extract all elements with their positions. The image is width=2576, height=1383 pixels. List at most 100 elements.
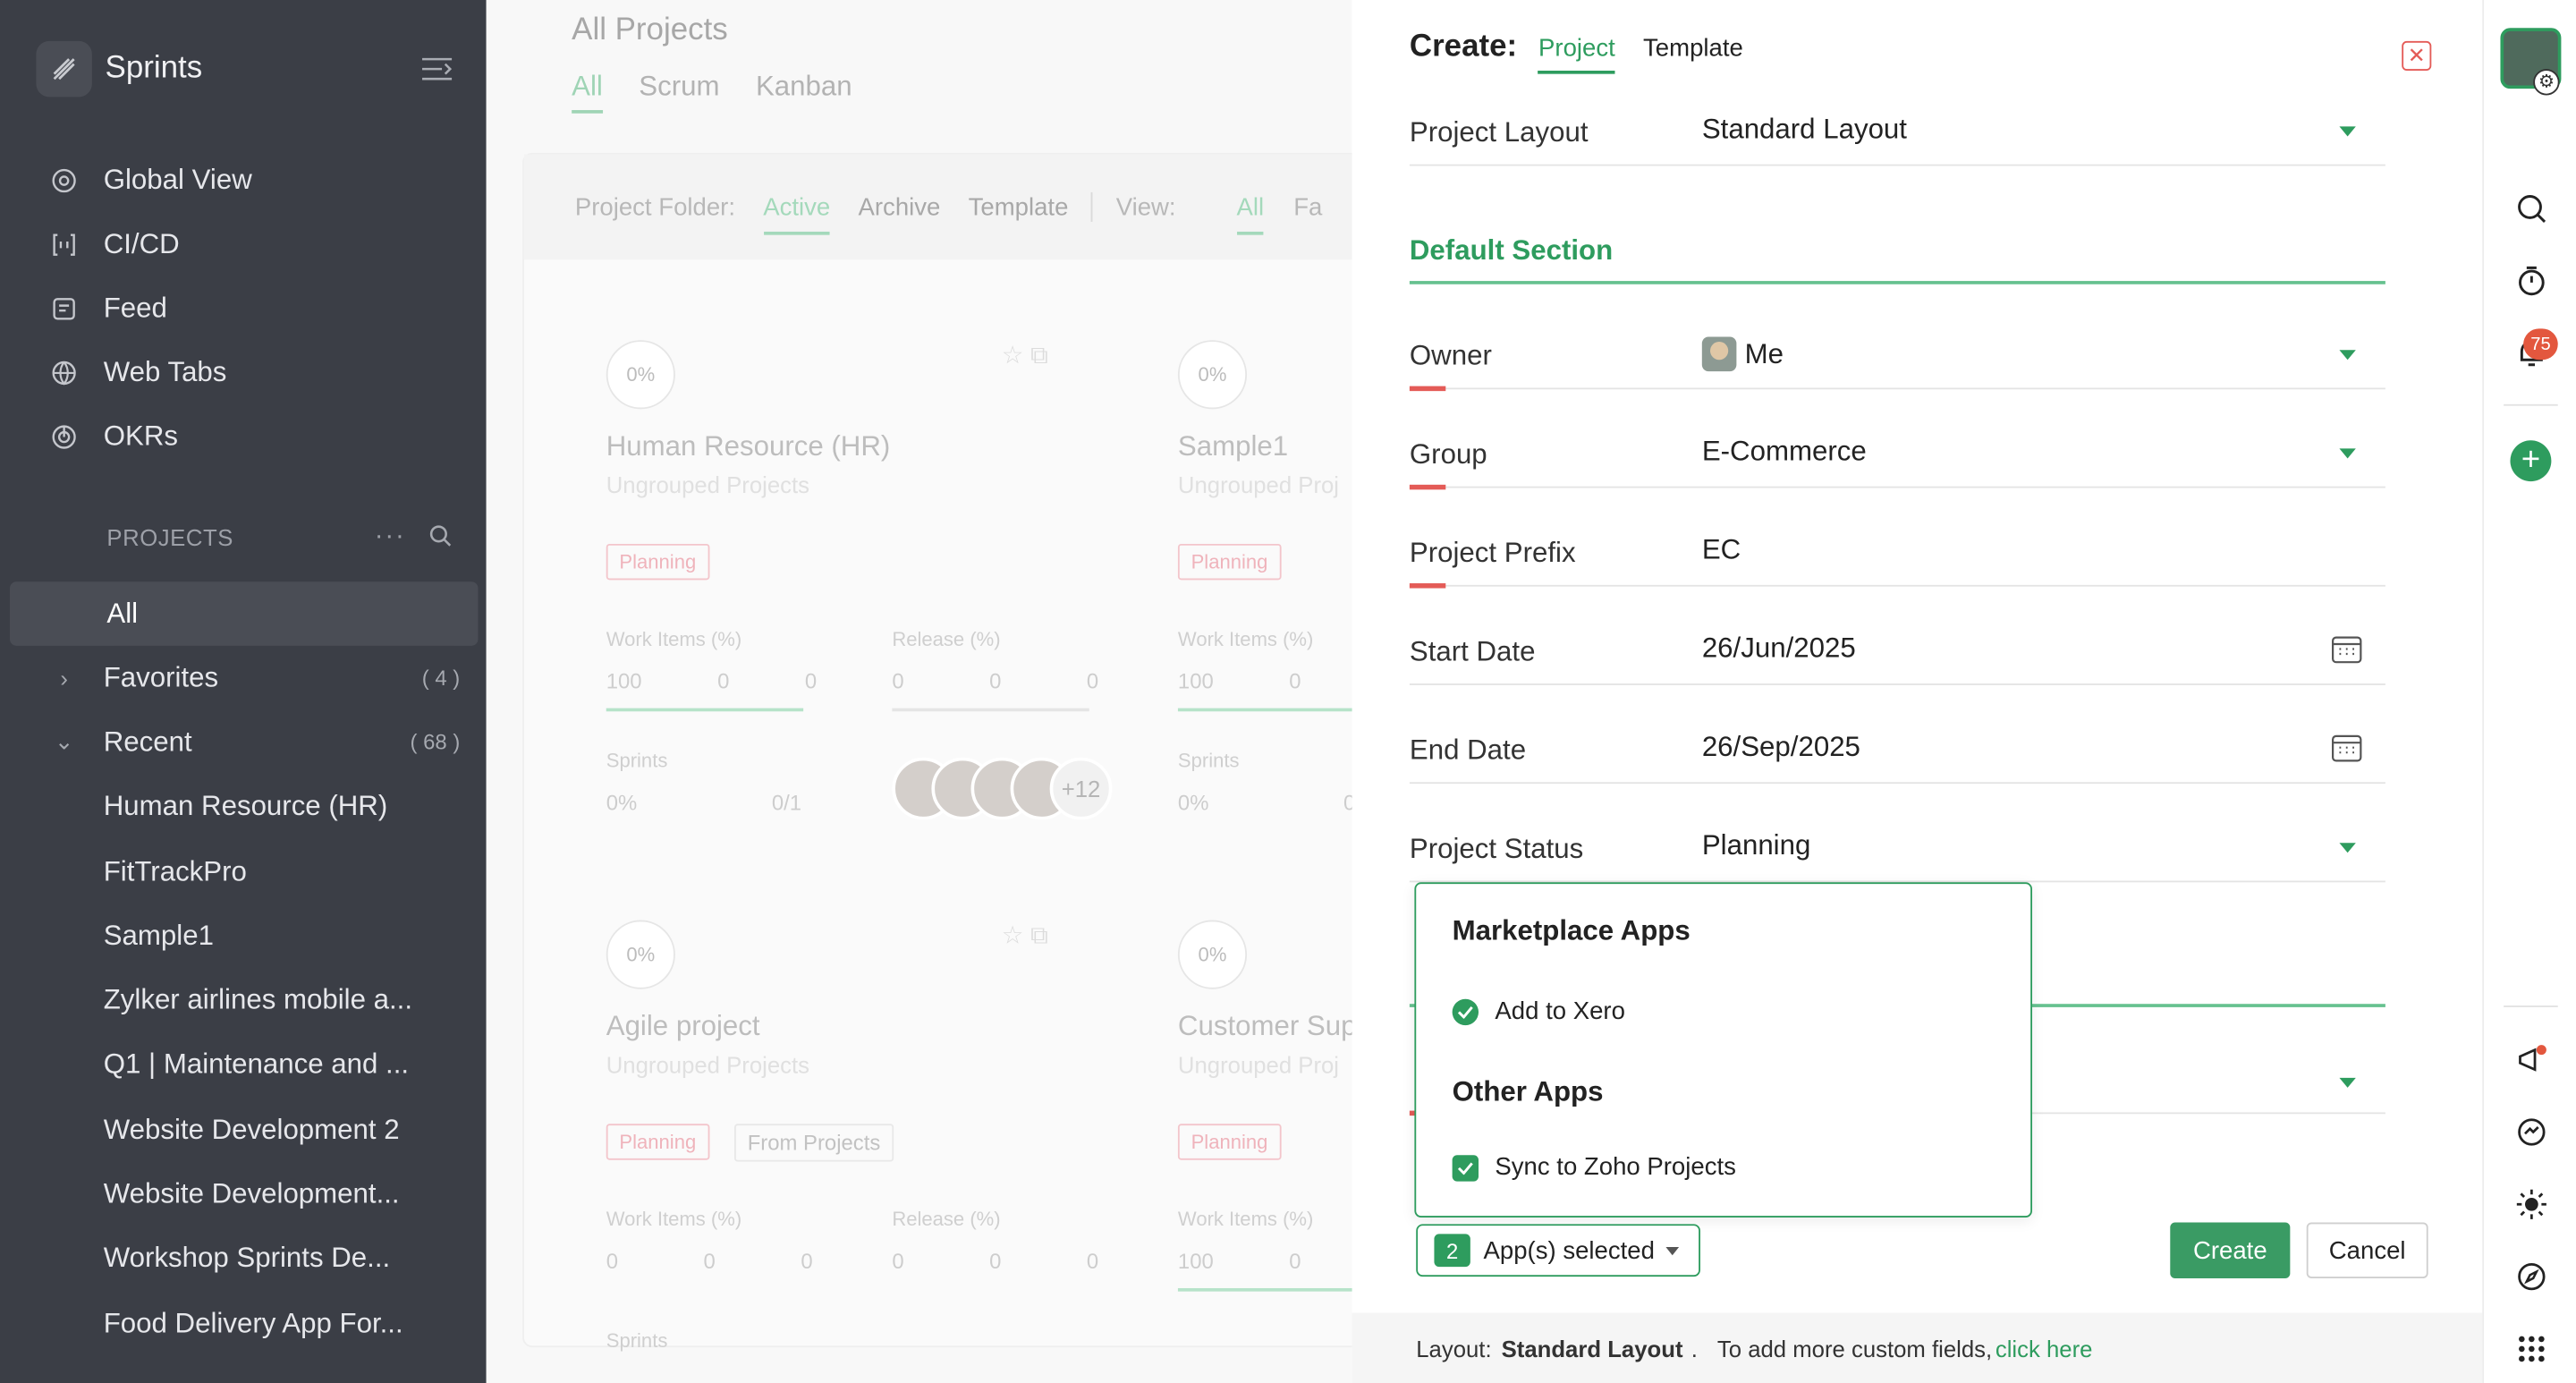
sidebar-item-favorites[interactable]: › Favorites ( 4 ) <box>49 646 460 710</box>
end-date-field[interactable]: End Date 26/Sep/2025 <box>1409 718 2385 785</box>
add-to-xero-option[interactable]: Add to Xero <box>1452 997 1625 1025</box>
status-badge: Planning <box>606 1124 709 1160</box>
calendar-icon[interactable] <box>2331 634 2362 672</box>
view-tab-favorites[interactable]: Fa <box>1293 193 1322 221</box>
tab-scrum[interactable]: Scrum <box>639 71 719 114</box>
sidebar-item-recent[interactable]: ⌄ Recent ( 68 ) <box>49 710 460 775</box>
search-projects-icon[interactable] <box>428 523 452 551</box>
explore-compass-icon[interactable] <box>2513 1259 2549 1294</box>
value: 0 <box>1086 1248 1099 1274</box>
close-icon[interactable]: ✕ <box>2402 40 2432 71</box>
divider <box>2504 1005 2558 1007</box>
timer-icon[interactable] <box>2513 263 2549 299</box>
recent-project-item[interactable]: Workshop Sprints De... <box>49 1226 460 1291</box>
add-icon[interactable]: + <box>2510 440 2552 482</box>
project-prefix-input[interactable]: EC <box>1702 534 1741 567</box>
project-status-field[interactable]: Project Status Planning <box>1409 817 2385 883</box>
announcement-icon[interactable] <box>2513 1041 2549 1077</box>
field-label: Project Layout <box>1409 116 1589 148</box>
sidebar-item-label: Global View <box>103 163 252 195</box>
sprints-logo-icon[interactable] <box>36 40 92 98</box>
folder-tab-archive[interactable]: Archive <box>859 193 941 221</box>
other-apps-heading: Other Apps <box>1452 1076 1604 1107</box>
owner-field[interactable]: Owner Me <box>1409 324 2385 392</box>
sidebar-item-okrs[interactable]: OKRs <box>49 404 252 469</box>
recent-project-item[interactable]: FitTrackPro <box>49 839 460 904</box>
theme-sun-icon[interactable] <box>2513 1186 2549 1222</box>
sidebar-item-all[interactable]: All <box>10 581 479 646</box>
recent-project-item[interactable]: Zylker airlines mobile a... <box>49 969 460 1033</box>
more-members-badge: +12 <box>1049 757 1113 820</box>
project-card[interactable]: 0% ☆ ⧉ Agile project Ungrouped Projects … <box>591 920 1100 1383</box>
sidebar-item-global-view[interactable]: Global View <box>49 148 252 212</box>
tab-project[interactable]: Project <box>1538 35 1615 74</box>
sync-zoho-projects-option[interactable]: Sync to Zoho Projects <box>1452 1153 1736 1182</box>
status-badge: Planning <box>606 543 709 581</box>
tab-template[interactable]: Template <box>1643 35 1743 71</box>
favorite-star-icon[interactable]: ☆ ⧉ <box>1002 921 1048 949</box>
apps-selected-button[interactable]: 2 App(s) selected <box>1416 1224 1701 1277</box>
sidebar-item-cicd[interactable]: CI/CD <box>49 212 252 276</box>
sidebar-item-label: OKRs <box>103 420 178 452</box>
app-grid-icon[interactable] <box>2513 1331 2549 1367</box>
work-items-label: Work Items (%) <box>1177 627 1314 651</box>
sidebar-item-label: Feed <box>103 292 167 323</box>
create-button[interactable]: Create <box>2170 1222 2291 1278</box>
marketplace-apps-heading: Marketplace Apps <box>1452 915 1690 946</box>
search-icon[interactable] <box>2513 191 2549 226</box>
project-layout-select[interactable]: Standard Layout <box>1702 114 1907 147</box>
recent-project-item[interactable]: Human Resource (HR) <box>49 775 460 839</box>
notification-count-badge: 75 <box>2523 328 2558 361</box>
owner-value: Me <box>1744 337 1784 369</box>
start-date-input[interactable]: 26/Jun/2025 <box>1702 632 1856 666</box>
project-prefix-field[interactable]: Project Prefix EC <box>1409 521 2385 589</box>
folder-label: Project Folder: <box>574 192 736 222</box>
recent-project-item[interactable]: Q1 | Maintenance and ... <box>49 1033 460 1098</box>
folder-tab-template[interactable]: Template <box>969 193 1069 221</box>
custom-fields-link[interactable]: click here <box>1996 1335 2093 1361</box>
collapse-sidebar-icon[interactable] <box>420 55 453 81</box>
start-date-field[interactable]: Start Date 26/Jun/2025 <box>1409 619 2385 685</box>
dropdown-caret-icon <box>2339 843 2356 853</box>
calendar-icon[interactable] <box>2331 733 2362 770</box>
web-tabs-icon <box>49 357 79 386</box>
checkbox-checked-icon <box>1452 1154 1479 1181</box>
end-date-input[interactable]: 26/Sep/2025 <box>1702 731 1860 764</box>
recent-project-item[interactable]: Website Development 2 <box>49 1098 460 1162</box>
project-layout-field[interactable]: Project Layout Standard Layout <box>1409 100 2385 166</box>
group-field[interactable]: Group E-Commerce <box>1409 422 2385 490</box>
projects-main: All Projects All Scrum Kanban Project Fo… <box>486 0 1394 1383</box>
recent-project-item[interactable]: Food Delivery App For... <box>49 1292 460 1356</box>
project-card-title: Customer Sup <box>1177 1010 1357 1042</box>
work-items-label: Work Items (%) <box>1177 1207 1314 1231</box>
project-type-tabs: All Scrum Kanban <box>572 71 852 114</box>
dropdown-caret-icon <box>2339 448 2356 459</box>
member-avatars[interactable]: +12 <box>892 757 1113 820</box>
group-select[interactable]: E-Commerce <box>1702 436 1867 469</box>
sidebar-nav: Global View CI/CD Feed Web Tabs OKRs <box>49 148 252 468</box>
project-status-select[interactable]: Planning <box>1702 830 1811 863</box>
required-marker <box>1409 484 1446 490</box>
folder-tab-active[interactable]: Active <box>763 193 831 234</box>
right-rail: ⚙ 75 + <box>2482 0 2576 1383</box>
sidebar-item-feed[interactable]: Feed <box>49 276 252 341</box>
cancel-button[interactable]: Cancel <box>2306 1222 2428 1278</box>
progress-circle: 0% <box>1177 340 1248 410</box>
tab-kanban[interactable]: Kanban <box>756 71 852 114</box>
release-label: Release (%) <box>892 627 1001 651</box>
settings-gear-icon[interactable]: ⚙ <box>2533 69 2560 96</box>
tab-all[interactable]: All <box>572 71 603 114</box>
recent-label: Recent <box>103 725 192 758</box>
recent-project-item[interactable]: Sample1 <box>49 904 460 969</box>
favorite-star-icon[interactable]: ☆ ⧉ <box>1002 340 1048 369</box>
owner-select[interactable]: Me <box>1701 336 1784 372</box>
more-options-icon[interactable]: ··· <box>375 522 406 552</box>
sidebar-item-web-tabs[interactable]: Web Tabs <box>49 340 252 404</box>
sidebar-item-label: CI/CD <box>103 227 180 259</box>
project-card[interactable]: 0% ☆ ⧉ Human Resource (HR) Ungrouped Pro… <box>591 340 1113 866</box>
integrations-icon[interactable] <box>2513 1114 2549 1150</box>
recent-project-item[interactable]: Website Development... <box>49 1162 460 1226</box>
dropdown-caret-icon <box>2339 350 2356 361</box>
value: 0 <box>892 668 904 694</box>
view-tab-all[interactable]: All <box>1236 193 1265 234</box>
